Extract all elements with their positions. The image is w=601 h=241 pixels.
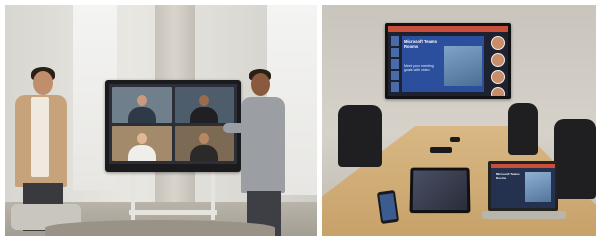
video-conference-hub (105, 80, 241, 172)
hub-stand-base (129, 210, 217, 215)
app-header-bar (491, 164, 555, 168)
slide-thumbnails (391, 36, 399, 92)
chair (338, 105, 382, 167)
table-edge (45, 220, 275, 236)
laptop-slide-title: Microsoft Teams Rooms (496, 172, 520, 180)
app-header-bar (388, 26, 508, 32)
video-call-grid (109, 84, 237, 164)
microphone (450, 137, 460, 142)
laptop-slide-photo (525, 172, 551, 202)
slide-title: Microsoft Teams Rooms (404, 39, 437, 49)
chair (508, 103, 538, 155)
participant-avatars (491, 36, 505, 96)
tablet-screen (412, 170, 468, 211)
participant-tile (174, 87, 234, 123)
meeting-room-photo-left (5, 5, 317, 236)
participant-tile (112, 87, 172, 123)
wall-display-screen: Microsoft Teams Rooms Meet your meeting … (388, 26, 508, 96)
wall-display: Microsoft Teams Rooms Meet your meeting … (385, 23, 511, 99)
phone-screen (379, 193, 397, 221)
conference-room-photo-right: Microsoft Teams Rooms Meet your meeting … (322, 5, 596, 236)
participant-tile (112, 125, 172, 161)
slide-photo (444, 46, 482, 86)
laptop: Microsoft Teams Rooms (488, 161, 558, 211)
speakerphone (430, 147, 452, 153)
chair (554, 119, 596, 199)
tablet-controller (409, 167, 471, 214)
laptop-screen: Microsoft Teams Rooms (491, 164, 555, 208)
slide-body: Meet your meeting goals with video (404, 64, 434, 73)
laptop-base (482, 211, 566, 219)
